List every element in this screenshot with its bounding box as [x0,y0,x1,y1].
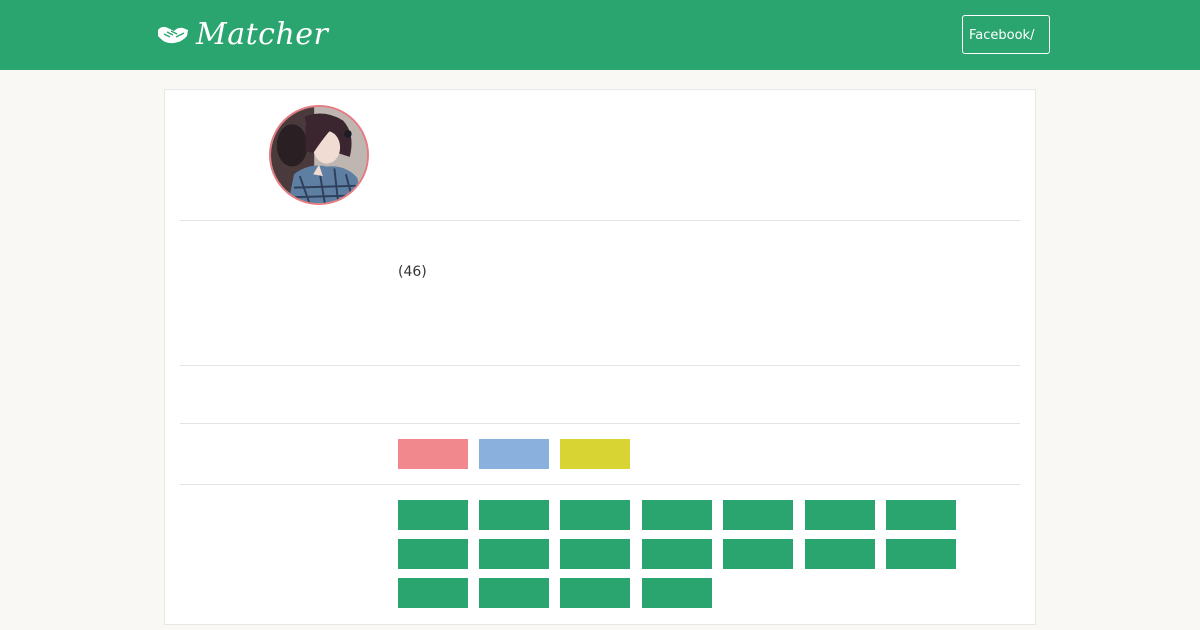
grid-item[interactable] [479,500,549,530]
grid-item[interactable] [560,539,630,569]
grid-item[interactable] [560,578,630,608]
handshake-icon [158,26,188,44]
facebook-login-button[interactable]: Facebook/ [962,15,1050,54]
grid-item[interactable] [886,539,956,569]
grid-item[interactable] [479,539,549,569]
section-divider [180,220,1020,221]
profile-card: (46) [164,89,1036,625]
grid-item[interactable] [560,500,630,530]
tag-pink[interactable] [398,439,468,469]
grid-item[interactable] [398,500,468,530]
tag-blue[interactable] [479,439,549,469]
brand-logo[interactable]: Matcher [156,14,328,56]
profile-photo [271,107,367,203]
tag-yellow[interactable] [560,439,630,469]
grid-item[interactable] [886,500,956,530]
grid-item[interactable] [723,500,793,530]
grid-item[interactable] [723,539,793,569]
grid-item[interactable] [805,539,875,569]
grid-item[interactable] [642,578,712,608]
count-label: (46) [398,264,427,280]
grid-item[interactable] [398,539,468,569]
section-divider [180,365,1020,366]
grid-item[interactable] [642,500,712,530]
brand-name: Matcher [196,17,329,52]
grid-item[interactable] [642,539,712,569]
section-divider [180,423,1020,424]
avatar[interactable] [269,105,369,205]
top-navigation-bar: Matcher Facebook/ [0,0,1200,70]
grid-item[interactable] [805,500,875,530]
grid-item[interactable] [398,578,468,608]
grid-item[interactable] [479,578,549,608]
section-divider [180,484,1020,485]
